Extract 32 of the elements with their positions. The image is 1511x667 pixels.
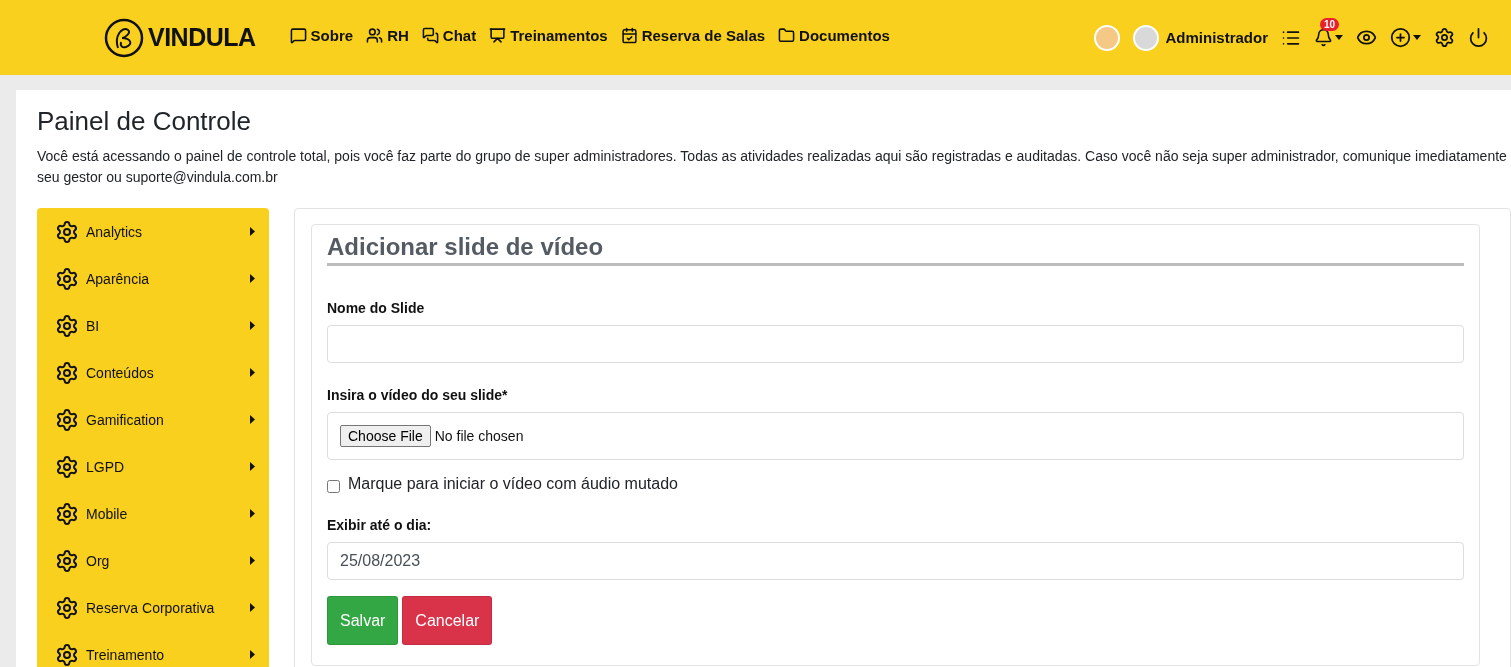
sidebar-item[interactable]: Treinamento (55, 631, 269, 667)
file-status: No file chosen (434, 428, 524, 444)
notifications-button[interactable]: 10 (1314, 18, 1343, 47)
sidebar-item[interactable]: Gamification (55, 396, 269, 443)
field-label: Exibir até o dia: (327, 517, 433, 533)
sidebar-item[interactable]: LGPD (55, 443, 269, 490)
date-input[interactable]: 25/08/2023 (327, 542, 1464, 580)
sidebar-item[interactable]: Org (55, 537, 269, 584)
nav-link[interactable]: Chat (421, 27, 477, 44)
sidebar-item[interactable]: Reserva Corporativa (55, 584, 269, 631)
logo-text: VINDULA (148, 23, 256, 52)
choose-file-button[interactable]: Choose File (340, 425, 431, 447)
notice-text: Você está acessando o painel de controle total, pois você faz parte do grupo de super administradores. Todas as atividades realizadas aqui são registradas e auditadas. Caso você não seja super administrador, comunique imediatamente seu gestor ou suporte@vindula.com.br (37, 147, 1508, 187)
user-name: Administrador (1165, 29, 1268, 46)
nav-link[interactable]: Sobre (289, 27, 354, 44)
notification-count: 10 (1320, 18, 1340, 31)
nav-link[interactable]: Treinamentos (489, 27, 608, 44)
cancel-button[interactable]: Cancelar (402, 596, 493, 645)
field-label: Nome do Slide (327, 300, 426, 316)
nav-link[interactable]: Documentos (778, 27, 890, 44)
checkbox-label: Marque para iniciar o vídeo com áudio mutado (348, 475, 678, 493)
field-label: Insira o vídeo do seu slide* (327, 387, 509, 403)
form-title: Adicionar slide de vídeo (327, 233, 1464, 266)
sidebar-item[interactable]: BI (55, 302, 269, 349)
user-menu[interactable]: Administrador (1133, 24, 1268, 51)
page-title: Painel de Controle (37, 106, 252, 137)
sidebar-item[interactable]: Aparência (55, 255, 269, 302)
sidebar-item[interactable]: Mobile (55, 490, 269, 537)
sidebar-item[interactable]: Analytics (55, 208, 269, 255)
nav-link[interactable]: RH (366, 27, 409, 44)
sidebar-item[interactable]: Conteúdos (55, 349, 269, 396)
nav-link[interactable]: Reserva de Salas (620, 27, 766, 44)
